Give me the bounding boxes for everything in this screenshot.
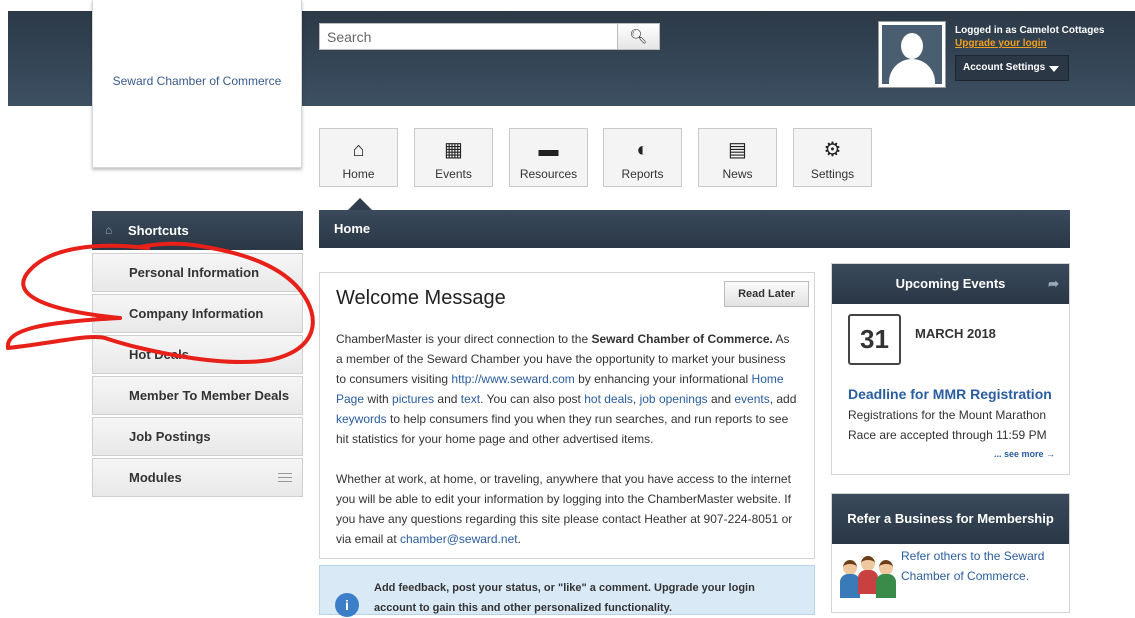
keywords-link[interactable]: keywords [336,412,387,426]
email-link[interactable]: chamber@seward.net [400,532,518,546]
section-title: Home [334,221,371,236]
newspaper-icon: ▤ [728,139,747,161]
sidebar-item-label: Personal Information [129,265,260,280]
welcome-paragraph-1: ChamberMaster is your direct connection … [336,332,797,446]
account-settings-label: Account Settings [963,62,1046,73]
sidebar-item-member-to-member-deals[interactable]: Member To Member Deals [92,376,303,415]
nav-label: Resources [519,167,578,181]
gear-icon: ⚙ [823,139,842,161]
share-arrow-icon[interactable]: ➦ [1048,264,1059,304]
shortcuts-header: ⌂ Shortcuts [92,211,303,250]
caret-down-icon [1049,66,1059,72]
upcoming-events-header: Upcoming Events ➦ [832,264,1069,304]
search-button[interactable]: 🔍︎ [617,24,659,49]
nav-label: Home [342,167,375,181]
website-link[interactable]: http://www.seward.com [451,372,574,386]
login-status: Logged in as Camelot Cottages [955,25,1105,36]
hot-deals-link[interactable]: hot deals [584,392,633,406]
org-name-bold: Seward Chamber of Commerce. [591,332,773,346]
sidebar-item-personal-information[interactable]: Personal Information [92,253,303,292]
search-icon: 🔍︎ [629,28,648,44]
org-logo-box[interactable]: Seward Chamber of Commerce [92,0,302,168]
feedback-notice: i Add feedback, post your status, or "li… [319,565,815,617]
sidebar-item-label: Hot Deals [129,347,189,362]
nav-label: News [722,167,753,181]
nav-label: Events [435,167,472,181]
job-openings-link[interactable]: job openings [640,392,708,406]
welcome-panel: Welcome Message Read Later ChamberMaster… [319,272,815,559]
house-icon: ⌂ [105,223,113,237]
search-box: 🔍︎ [319,23,660,50]
text-link[interactable]: text [461,392,480,406]
sidebar-item-hot-deals[interactable]: Hot Deals [92,335,303,374]
pictures-link[interactable]: pictures [392,392,434,406]
nav-reports-button[interactable]: ◐ Reports [603,128,682,187]
sidebar-item-company-information[interactable]: Company Information [92,294,303,333]
upcoming-events-panel: Upcoming Events ➦ 31 MARCH 2018 Deadline… [831,263,1070,475]
upcoming-events-title: Upcoming Events [895,276,1006,291]
welcome-paragraph-2: Whether at work, at home, or traveling, … [336,472,793,546]
search-input[interactable] [320,24,618,49]
welcome-title: Welcome Message [336,287,506,309]
refer-business-panel: Refer a Business for Membership Refer ot… [831,493,1070,613]
sidebar-item-label: Job Postings [129,429,211,444]
house-icon: ⌂ [352,139,365,161]
avatar[interactable] [879,22,945,87]
menu-icon[interactable] [278,473,292,482]
nav-settings-button[interactable]: ⚙ Settings [793,128,872,187]
nav-label: Reports [621,167,664,181]
nav-label: Settings [810,167,855,181]
event-month: MARCH 2018 [915,326,996,341]
folder-icon: ▬ [538,139,559,161]
see-more-link[interactable]: ... see more → [994,449,1055,459]
read-later-button[interactable]: Read Later [724,281,809,307]
sidebar-item-modules[interactable]: Modules [92,458,303,497]
account-settings-button[interactable]: Account Settings [955,55,1069,81]
sidebar-item-label: Company Information [129,306,264,321]
upgrade-login-link[interactable]: Upgrade your login [955,38,1047,49]
nav-news-button[interactable]: ▤ News [698,128,777,187]
events-link[interactable]: events [734,392,769,406]
event-title-link[interactable]: Deadline for MMR Registration [848,386,1052,402]
refer-title: Refer a Business for Membership [847,511,1054,526]
people-group-icon [840,556,900,600]
nav-resources-button[interactable]: ▬ Resources [509,128,588,187]
sidebar-item-label: Member To Member Deals [129,388,290,403]
info-icon: i [335,593,359,617]
event-day: 31 [848,314,901,365]
pie-chart-icon: ◐ [636,139,649,161]
refer-header: Refer a Business for Membership [832,494,1069,544]
shortcuts-title: Shortcuts [128,223,189,238]
sidebar-item-label: Modules [129,470,182,485]
nav-home-button[interactable]: ⌂ Home [319,128,398,187]
calendar-icon: ▦ [444,139,463,161]
sidebar-item-job-postings[interactable]: Job Postings [92,417,303,456]
section-title-bar: Home [319,210,1070,248]
org-name: Seward Chamber of Commerce [112,74,282,88]
event-description: Registrations for the Mount Marathon Rac… [848,408,1047,442]
feedback-text: Add feedback, post your status, or "like… [374,582,755,614]
nav-events-button[interactable]: ▦ Events [414,128,493,187]
active-nav-pointer [348,198,372,210]
refer-link[interactable]: Refer others to the Seward Chamber of Co… [901,546,1061,586]
